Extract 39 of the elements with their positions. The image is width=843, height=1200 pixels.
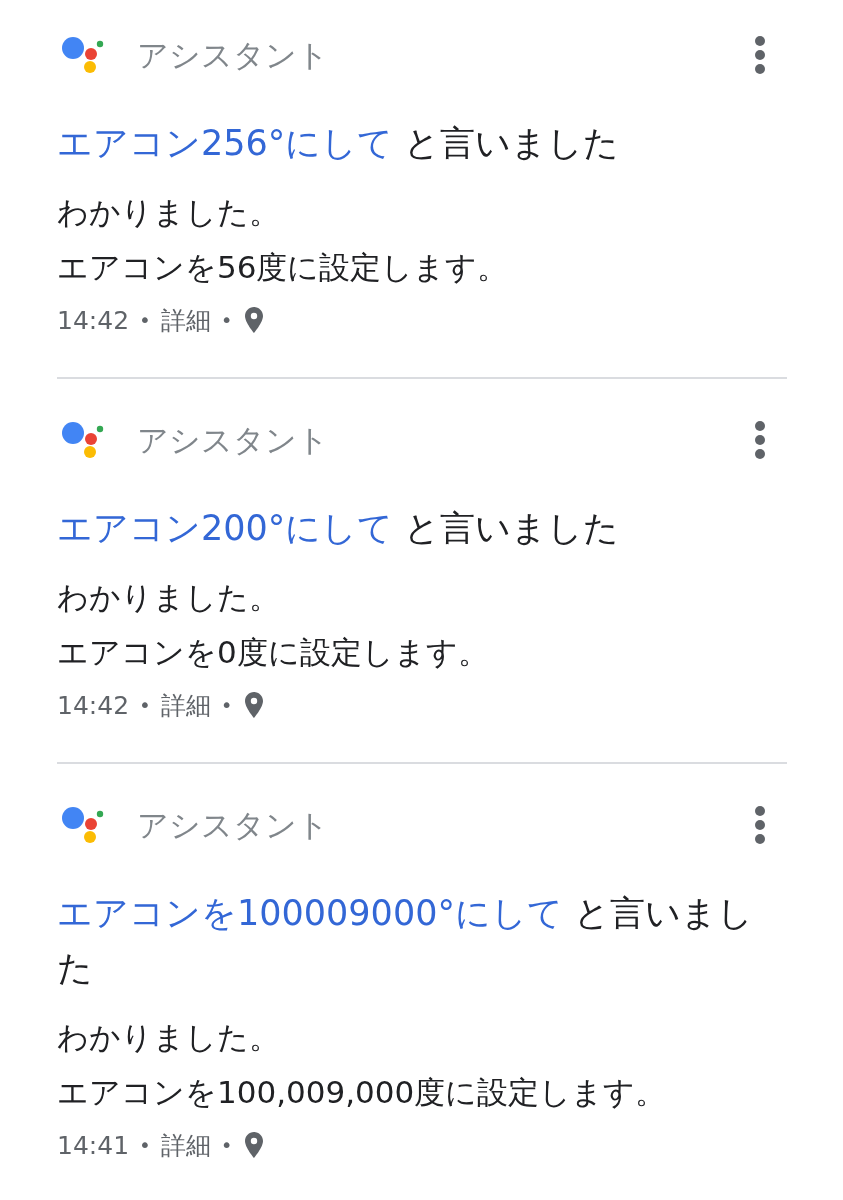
more-options-button[interactable] bbox=[755, 36, 765, 74]
bullet-separator: • bbox=[220, 1133, 233, 1157]
response-text: エアコンを100,009,000度に設定します。 bbox=[57, 1073, 668, 1112]
bullet-separator: • bbox=[139, 1133, 151, 1157]
query-link[interactable]: エアコン256°にして bbox=[57, 123, 394, 163]
response-text: エアコンを0度に設定します。 bbox=[57, 633, 490, 672]
timestamp: 14:42 bbox=[57, 305, 130, 335]
location-pin-icon bbox=[244, 692, 263, 718]
response-text: エアコンを56度に設定します。 bbox=[57, 248, 510, 287]
query-link[interactable]: エアコン200°にして bbox=[57, 508, 394, 548]
colored-dots-icon bbox=[62, 805, 106, 845]
query-link[interactable]: エアコンを100009000°にして bbox=[57, 893, 563, 933]
details-link[interactable]: 詳細 bbox=[160, 1128, 211, 1162]
bullet-separator: • bbox=[220, 693, 233, 717]
card-title: アシスタント bbox=[137, 421, 329, 460]
card-title: アシスタント bbox=[137, 36, 329, 75]
location-pin-icon bbox=[244, 307, 263, 333]
response-text: わかりました。 bbox=[57, 578, 281, 617]
details-link[interactable]: 詳細 bbox=[160, 688, 211, 722]
timestamp: 14:41 bbox=[57, 1130, 130, 1160]
query-sentence: エアコンを100009000°にして と言いました bbox=[57, 892, 755, 990]
more-options-button[interactable] bbox=[755, 421, 765, 459]
card-title: アシスタント bbox=[137, 806, 329, 845]
more-vertical-icon bbox=[755, 806, 765, 844]
more-vertical-icon bbox=[755, 36, 765, 74]
bullet-separator: • bbox=[139, 693, 151, 717]
colored-dots-icon bbox=[62, 420, 106, 460]
response-text: わかりました。 bbox=[57, 1018, 281, 1057]
colored-dots-icon bbox=[62, 35, 106, 75]
bullet-separator: • bbox=[139, 308, 151, 332]
timestamp: 14:42 bbox=[57, 690, 130, 720]
more-vertical-icon bbox=[755, 421, 765, 459]
details-link[interactable]: 詳細 bbox=[160, 303, 211, 337]
bullet-separator: • bbox=[220, 308, 233, 332]
query-sentence: エアコン200°にして と言いました bbox=[57, 507, 621, 550]
location-pin-icon bbox=[244, 1132, 263, 1158]
response-text: わかりました。 bbox=[57, 193, 281, 232]
query-sentence: エアコン256°にして と言いました bbox=[57, 122, 621, 165]
more-options-button[interactable] bbox=[755, 806, 765, 844]
